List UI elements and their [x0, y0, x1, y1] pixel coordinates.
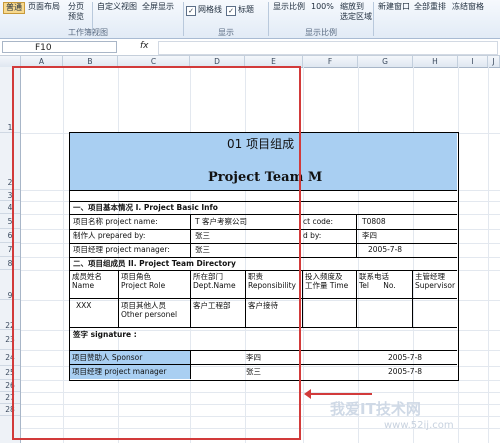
annotation-arrow-icon [304, 389, 372, 399]
separator [373, 2, 374, 36]
zoom-selection-button[interactable]: 缩放到 选定区域 [340, 2, 372, 22]
table-line [412, 270, 413, 327]
arrange-all-button[interactable]: 全部重排 [414, 2, 446, 12]
project-date: 2005-7-8 [368, 245, 403, 254]
name-box[interactable]: F10 [2, 41, 117, 53]
column-header[interactable]: J [488, 56, 500, 67]
function-icon[interactable]: fx [140, 41, 149, 51]
checkbox-check-icon: ✓ [186, 6, 196, 16]
header-supervisor: 主管经理 Supervisor [415, 272, 456, 290]
headings-checkbox[interactable]: ✓ 标题 [226, 5, 254, 16]
gridlines-checkbox[interactable]: ✓ 网格线 [186, 5, 222, 16]
formula-input[interactable] [158, 41, 498, 55]
gridline [488, 67, 489, 443]
checkbox-check-icon: ✓ [226, 6, 236, 16]
watermark-url: www.52ij.com [384, 420, 454, 431]
full-screen-button[interactable]: 全屏显示 [142, 2, 174, 12]
approved-by-value: 李四 [362, 231, 377, 240]
group-label-zoom: 显示比例 [305, 28, 337, 37]
page-layout-button[interactable]: 页面布局 [28, 2, 60, 12]
freeze-panes-button[interactable]: 冻结窗格 [452, 2, 484, 12]
print-area-highlight [12, 66, 301, 440]
page-break-preview-button[interactable]: 分页 预览 [68, 2, 84, 22]
ribbon: 普通 页面布局 分页 预览 自定义视图 全屏显示 工作簿视图 ✓ 网格线 ✓ 标题 … [0, 0, 500, 39]
headings-label: 标题 [238, 5, 254, 14]
separator [268, 2, 269, 36]
project-code-value: T0808 [362, 217, 386, 226]
zoom-100-button[interactable]: 100% [311, 2, 334, 12]
normal-view-button[interactable]: 普通 [3, 2, 25, 14]
new-window-button[interactable]: 新建窗口 [378, 2, 410, 12]
column-header[interactable]: I [458, 56, 488, 67]
table-line [356, 270, 357, 327]
column-header[interactable]: G [358, 56, 413, 67]
table-line [356, 214, 357, 257]
zoom-button[interactable]: 显示比例 [273, 2, 305, 12]
watermark-logo: 我爱IT技术网 [330, 400, 421, 418]
manager-date: 2005-7-8 [388, 367, 423, 376]
separator [183, 2, 184, 36]
table-line [302, 270, 303, 327]
group-label-workbook-views: 工作簿视图 [68, 28, 108, 37]
sponsor-date: 2005-7-8 [388, 353, 423, 362]
group-label-show: 显示 [218, 28, 234, 37]
header-tel: 联系电话 Tel No. [359, 272, 396, 290]
formula-bar: F10 fx [0, 40, 500, 56]
custom-view-button[interactable]: 自定义视图 [97, 2, 137, 12]
header-time: 投入频度及 工作量 Time [305, 272, 349, 290]
column-header[interactable]: H [413, 56, 458, 67]
project-code-label: ct code: [303, 217, 334, 226]
gridlines-label: 网格线 [198, 5, 222, 14]
approved-by-label: d by: [303, 231, 322, 240]
column-header[interactable]: F [303, 56, 358, 67]
